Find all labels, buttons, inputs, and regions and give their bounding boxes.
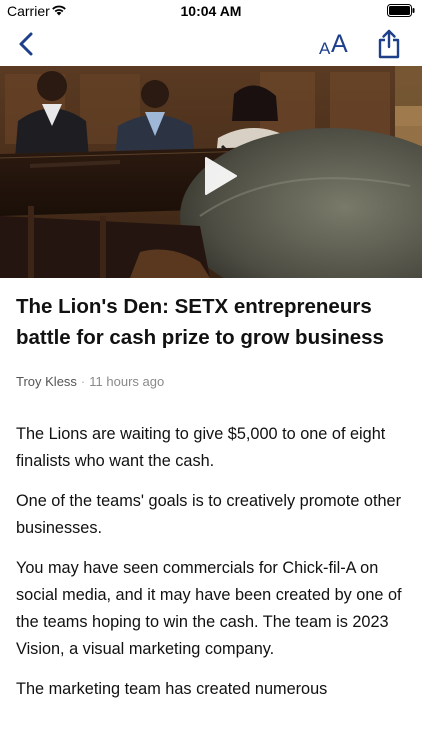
byline-separator: · [80, 374, 86, 389]
article-body: The Lions are waiting to give $5,000 to … [16, 421, 412, 716]
author-name[interactable]: Troy Kless [16, 374, 77, 389]
video-player[interactable] [0, 66, 422, 278]
status-bar: Carrier 10:04 AM [0, 0, 422, 22]
play-icon[interactable] [200, 154, 240, 198]
byline: Troy Kless · 11 hours ago [16, 374, 164, 389]
article-screen: Carrier 10:04 AM A A The Lion's Den: SET… [0, 0, 422, 750]
share-icon[interactable] [376, 29, 402, 59]
article-paragraph: You may have seen commercials for Chick-… [16, 559, 402, 658]
article-title: The Lion's Den: SETX entrepreneurs battl… [16, 295, 384, 349]
nav-bar: A A [0, 22, 422, 66]
text-size-large-label: A [331, 30, 348, 58]
status-time: 10:04 AM [180, 3, 242, 19]
publish-timestamp: 11 hours ago [89, 374, 165, 389]
text-size-button[interactable]: A A [316, 28, 352, 60]
chevron-left-icon[interactable] [14, 30, 40, 58]
article-paragraph: The Lions are waiting to give $5,000 to … [16, 425, 386, 470]
text-size-small-label: A [319, 39, 331, 58]
article-paragraph: The marketing team has created numerous [16, 680, 328, 698]
article-paragraph: One of the teams' goals is to creatively… [16, 492, 402, 537]
battery-icon [387, 4, 415, 17]
